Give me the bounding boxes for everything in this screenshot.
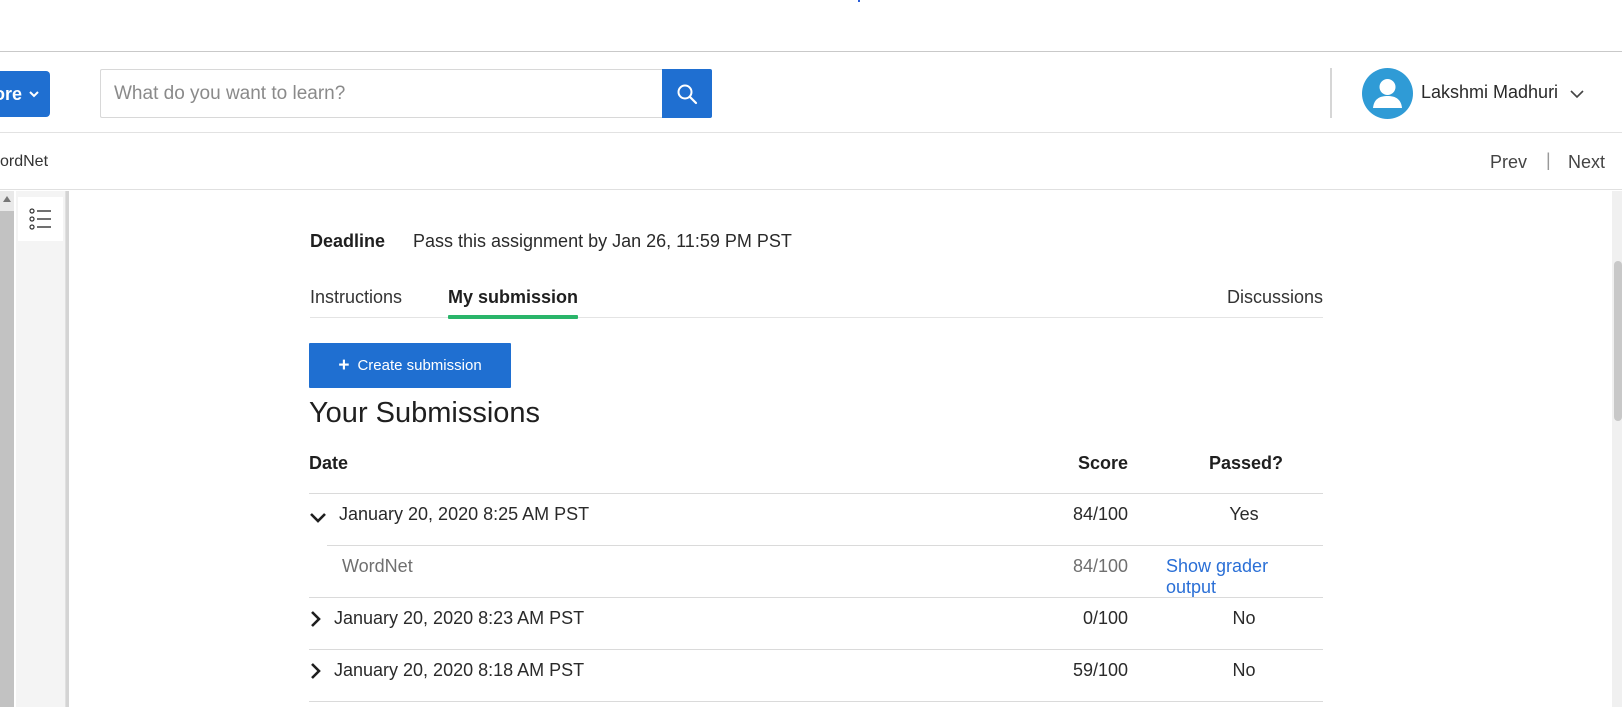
tab-discussions[interactable]: Discussions	[1227, 287, 1323, 308]
toc-toggle-button[interactable]	[18, 197, 63, 241]
toc-panel	[16, 191, 66, 707]
explore-button[interactable]: ore	[0, 71, 50, 117]
left-scrollbar-thumb[interactable]	[0, 211, 14, 707]
left-scrollbar[interactable]	[0, 191, 14, 707]
submission-date[interactable]: January 20, 2020 8:25 AM PST	[339, 504, 589, 525]
user-avatar-icon[interactable]	[1362, 68, 1413, 119]
focus-dot	[858, 0, 860, 2]
nav-separator: |	[1546, 150, 1551, 170]
browser-top-strip	[0, 0, 1622, 52]
header-divider	[1330, 68, 1332, 118]
deadline-label: Deadline	[310, 231, 386, 251]
create-submission-button[interactable]: + Create submission	[309, 343, 511, 388]
site-header: ore Lakshmi Madhuri	[0, 52, 1622, 133]
table-divider	[309, 493, 1323, 494]
column-header-passed: Passed?	[1209, 453, 1284, 473]
submission-passed: No	[1232, 660, 1256, 680]
chevron-down-icon	[29, 91, 39, 98]
chevron-down-icon[interactable]	[1570, 89, 1584, 99]
deadline-text: Pass this assignment by Jan 26, 11:59 PM…	[413, 231, 792, 251]
table-divider	[309, 701, 1323, 702]
create-submission-label: Create submission	[357, 357, 482, 374]
next-link[interactable]: Next	[1568, 152, 1605, 173]
scroll-up-arrow-icon[interactable]	[3, 196, 11, 202]
table-divider	[309, 597, 1323, 598]
submission-score: 84/100	[1072, 504, 1128, 524]
prev-link[interactable]: Prev	[1490, 152, 1527, 173]
chevron-down-icon[interactable]	[309, 512, 327, 524]
table-divider	[327, 545, 1323, 546]
explore-label: ore	[0, 83, 22, 104]
column-header-date: Date	[309, 453, 349, 473]
submission-part-name: WordNet	[342, 556, 413, 576]
plus-icon: +	[338, 355, 350, 376]
right-scrollbar-thumb[interactable]	[1614, 261, 1622, 421]
tab-instructions[interactable]: Instructions	[310, 287, 402, 308]
submission-passed: Yes	[1229, 504, 1259, 524]
column-header-score: Score	[1077, 453, 1128, 473]
show-grader-output-link[interactable]: Show grader output	[1166, 556, 1323, 598]
search-icon	[677, 84, 698, 104]
right-scrollbar[interactable]	[1612, 191, 1622, 707]
submission-score: 59/100	[1072, 660, 1128, 680]
submission-passed: No	[1232, 608, 1256, 628]
submission-part-score: 84/100	[1072, 556, 1128, 576]
breadcrumb[interactable]: ordNet	[0, 153, 48, 171]
submission-date[interactable]: January 20, 2020 8:18 AM PST	[334, 660, 584, 681]
content-edge	[66, 191, 69, 707]
lesson-nav-bar: ordNet Prev | Next	[0, 134, 1622, 190]
user-name[interactable]: Lakshmi Madhuri	[1421, 82, 1558, 103]
list-icon	[28, 208, 51, 230]
table-divider	[309, 649, 1323, 650]
tab-my-submission[interactable]: My submission	[448, 287, 579, 319]
search-input[interactable]	[100, 69, 662, 118]
submission-score: 0/100	[1082, 608, 1128, 628]
submissions-title: Your Submissions	[309, 397, 541, 429]
chevron-right-icon[interactable]	[310, 610, 322, 628]
assignment-tabs: Instructions My submission Discussions	[310, 287, 1323, 319]
submission-date[interactable]: January 20, 2020 8:23 AM PST	[334, 608, 584, 629]
search-button[interactable]	[662, 69, 712, 118]
chevron-right-icon[interactable]	[310, 662, 322, 680]
